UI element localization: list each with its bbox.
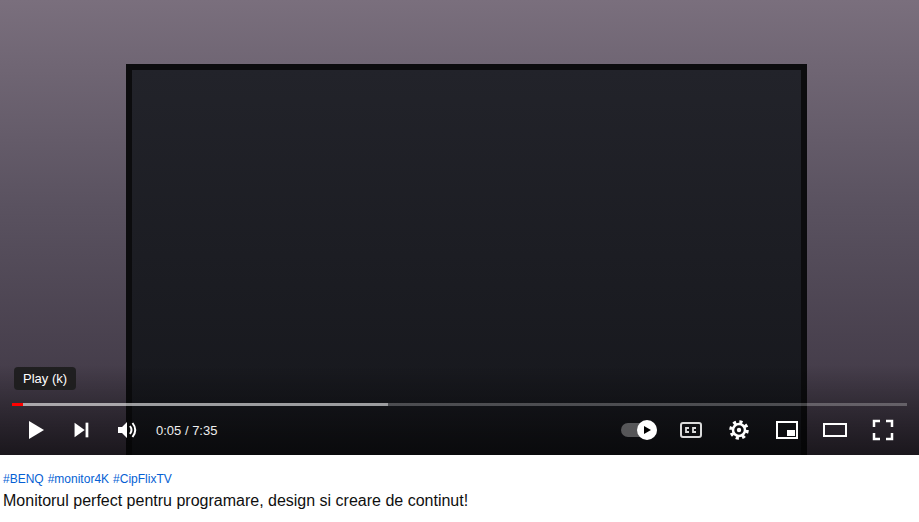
play-tooltip: Play (k) <box>14 367 76 390</box>
theater-button[interactable] <box>811 410 859 450</box>
played-fill <box>12 403 23 406</box>
theater-icon <box>822 418 848 442</box>
progress-bar[interactable] <box>12 403 907 406</box>
hashtag-list: #BENQ#monitor4K#CipFlixTV <box>3 471 916 487</box>
play-button[interactable] <box>12 410 58 450</box>
video-info: #BENQ#monitor4K#CipFlixTV Monitorul perfe… <box>0 455 919 512</box>
gear-icon <box>727 418 751 442</box>
autoplay-toggle[interactable] <box>611 410 667 450</box>
watch-page: Play (k) 0:05 / 7:35 #BENQ#monitor4K#CipFl… <box>0 0 919 522</box>
captions-icon <box>679 418 703 442</box>
miniplayer-button[interactable] <box>763 410 811 450</box>
next-icon <box>70 419 92 441</box>
buffered-fill <box>12 403 388 406</box>
time-display: 0:05 / 7:35 <box>156 423 217 438</box>
hashtag-link[interactable]: #BENQ <box>3 471 44 487</box>
autoplay-icon <box>642 425 652 435</box>
play-icon <box>23 418 47 442</box>
video-title: Monitorul perfect pentru programare, des… <box>3 490 916 512</box>
next-button[interactable] <box>58 410 104 450</box>
miniplayer-icon <box>775 418 799 442</box>
fullscreen-icon <box>871 418 895 442</box>
volume-button[interactable] <box>104 410 150 450</box>
captions-button[interactable] <box>667 410 715 450</box>
fullscreen-button[interactable] <box>859 410 907 450</box>
hashtag-link[interactable]: #monitor4K <box>48 471 109 487</box>
volume-icon <box>115 418 139 442</box>
settings-button[interactable] <box>715 410 763 450</box>
control-bar: 0:05 / 7:35 <box>12 410 907 450</box>
hashtag-link[interactable]: #CipFlixTV <box>113 471 172 487</box>
video-player[interactable]: Play (k) 0:05 / 7:35 <box>0 0 919 455</box>
